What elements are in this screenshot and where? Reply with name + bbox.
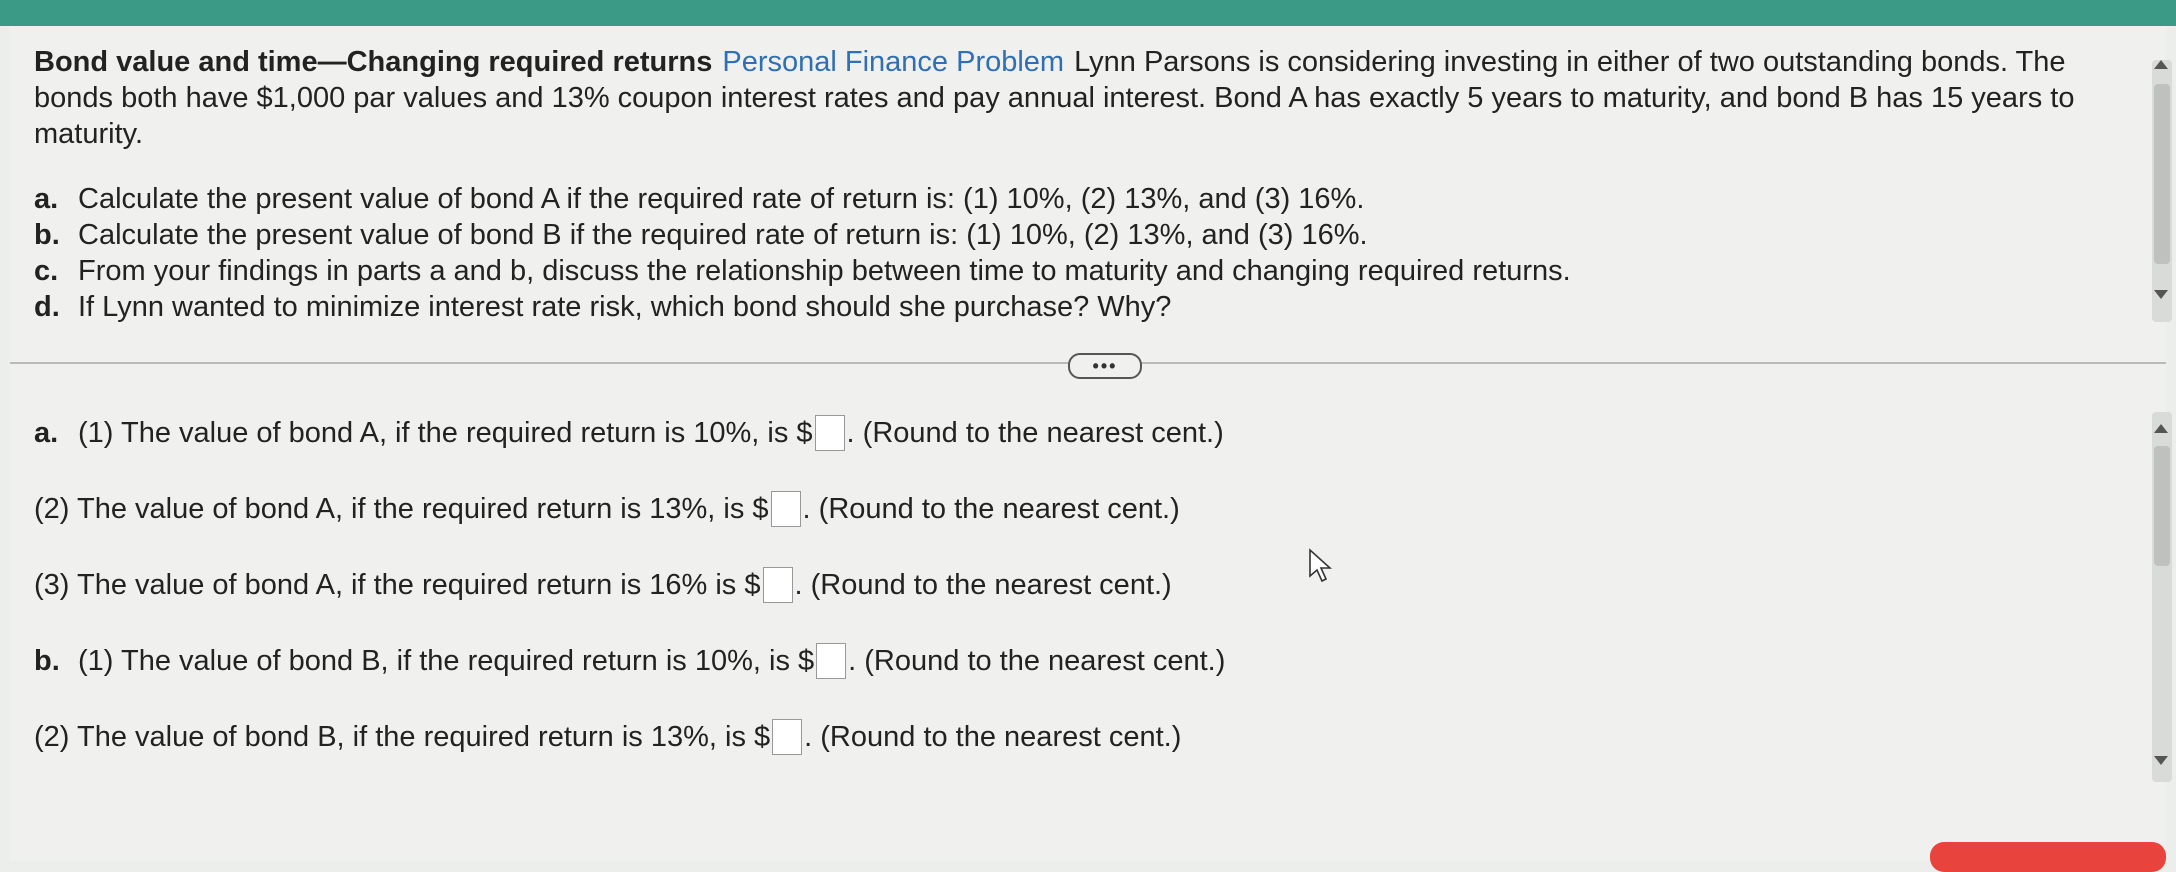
answer-input-a2[interactable] — [770, 491, 801, 527]
part-b: b. Calculate the present value of bond B… — [34, 217, 1571, 253]
part-a: a. Calculate the present value of bond A… — [34, 181, 1571, 217]
answer-lead: a. — [34, 416, 59, 449]
problem-intro-line-2: bonds both have $1,000 par values and 13… — [34, 82, 2075, 114]
part-text: From your findings in parts a and b, dis… — [78, 255, 1571, 287]
answer-row-a3: (3) The value of bond A, if the required… — [34, 567, 1172, 603]
chevron-down-icon[interactable] — [2154, 290, 2168, 299]
answer-input-a1[interactable] — [814, 415, 845, 451]
answer-suffix: . (Round to the nearest cent.) — [794, 568, 1172, 601]
answer-input-b2[interactable] — [772, 719, 803, 755]
answer-suffix: . (Round to the nearest cent.) — [848, 644, 1226, 677]
answer-input-a3[interactable] — [762, 567, 793, 603]
top-bar — [0, 0, 2176, 26]
answer-suffix: . (Round to the nearest cent.) — [846, 416, 1224, 449]
problem-statement: Bond value and time—Changing required re… — [34, 44, 2094, 152]
part-text: Calculate the present value of bond A if… — [78, 183, 1365, 215]
part-letter: c. — [34, 255, 59, 287]
answer-prefix: (1) The value of bond B, if the required… — [78, 644, 815, 677]
answer-row-b1: b. (1) The value of bond B, if the requi… — [34, 643, 1225, 679]
problem-intro-line-3: maturity. — [34, 118, 144, 150]
part-letter: b. — [34, 219, 60, 251]
part-d: d. If Lynn wanted to minimize interest r… — [34, 289, 1571, 325]
chevron-up-icon[interactable] — [2154, 60, 2168, 69]
part-letter: d. — [34, 291, 60, 323]
answer-row-a1: a. (1) The value of bond A, if the requi… — [34, 415, 1224, 451]
top-scrollbar-thumb[interactable] — [2154, 84, 2170, 264]
chevron-up-icon[interactable] — [2154, 424, 2168, 433]
answer-lead: b. — [34, 644, 60, 677]
answer-prefix: (2) The value of bond A, if the required… — [34, 492, 769, 525]
parts-list: a. Calculate the present value of bond A… — [34, 181, 1571, 325]
bottom-action-button[interactable] — [1930, 842, 2166, 872]
answer-prefix: (1) The value of bond A, if the required… — [78, 416, 813, 449]
problem-tag: Personal Finance Problem — [722, 46, 1065, 78]
part-text: Calculate the present value of bond B if… — [78, 219, 1368, 251]
problem-intro-line-1: Lynn Parsons is considering investing in… — [1074, 46, 2066, 78]
answer-suffix: . (Round to the nearest cent.) — [802, 492, 1180, 525]
problem-title: Bond value and time—Changing required re… — [34, 46, 713, 78]
chevron-down-icon[interactable] — [2154, 756, 2168, 765]
bottom-scrollbar-thumb[interactable] — [2154, 446, 2170, 566]
part-letter: a. — [34, 183, 59, 215]
expand-more-button[interactable]: ••• — [1068, 353, 1142, 379]
answer-row-a2: (2) The value of bond A, if the required… — [34, 491, 1180, 527]
answer-row-b2: (2) The value of bond B, if the required… — [34, 719, 1181, 755]
mouse-pointer-icon — [1308, 548, 1333, 589]
answer-prefix: (3) The value of bond A, if the required… — [34, 568, 761, 601]
part-text: If Lynn wanted to minimize interest rate… — [78, 291, 1172, 323]
answer-suffix: . (Round to the nearest cent.) — [804, 720, 1182, 753]
answer-input-b1[interactable] — [816, 643, 847, 679]
part-c: c. From your findings in parts a and b, … — [34, 253, 1571, 289]
answer-prefix: (2) The value of bond B, if the required… — [34, 720, 771, 753]
